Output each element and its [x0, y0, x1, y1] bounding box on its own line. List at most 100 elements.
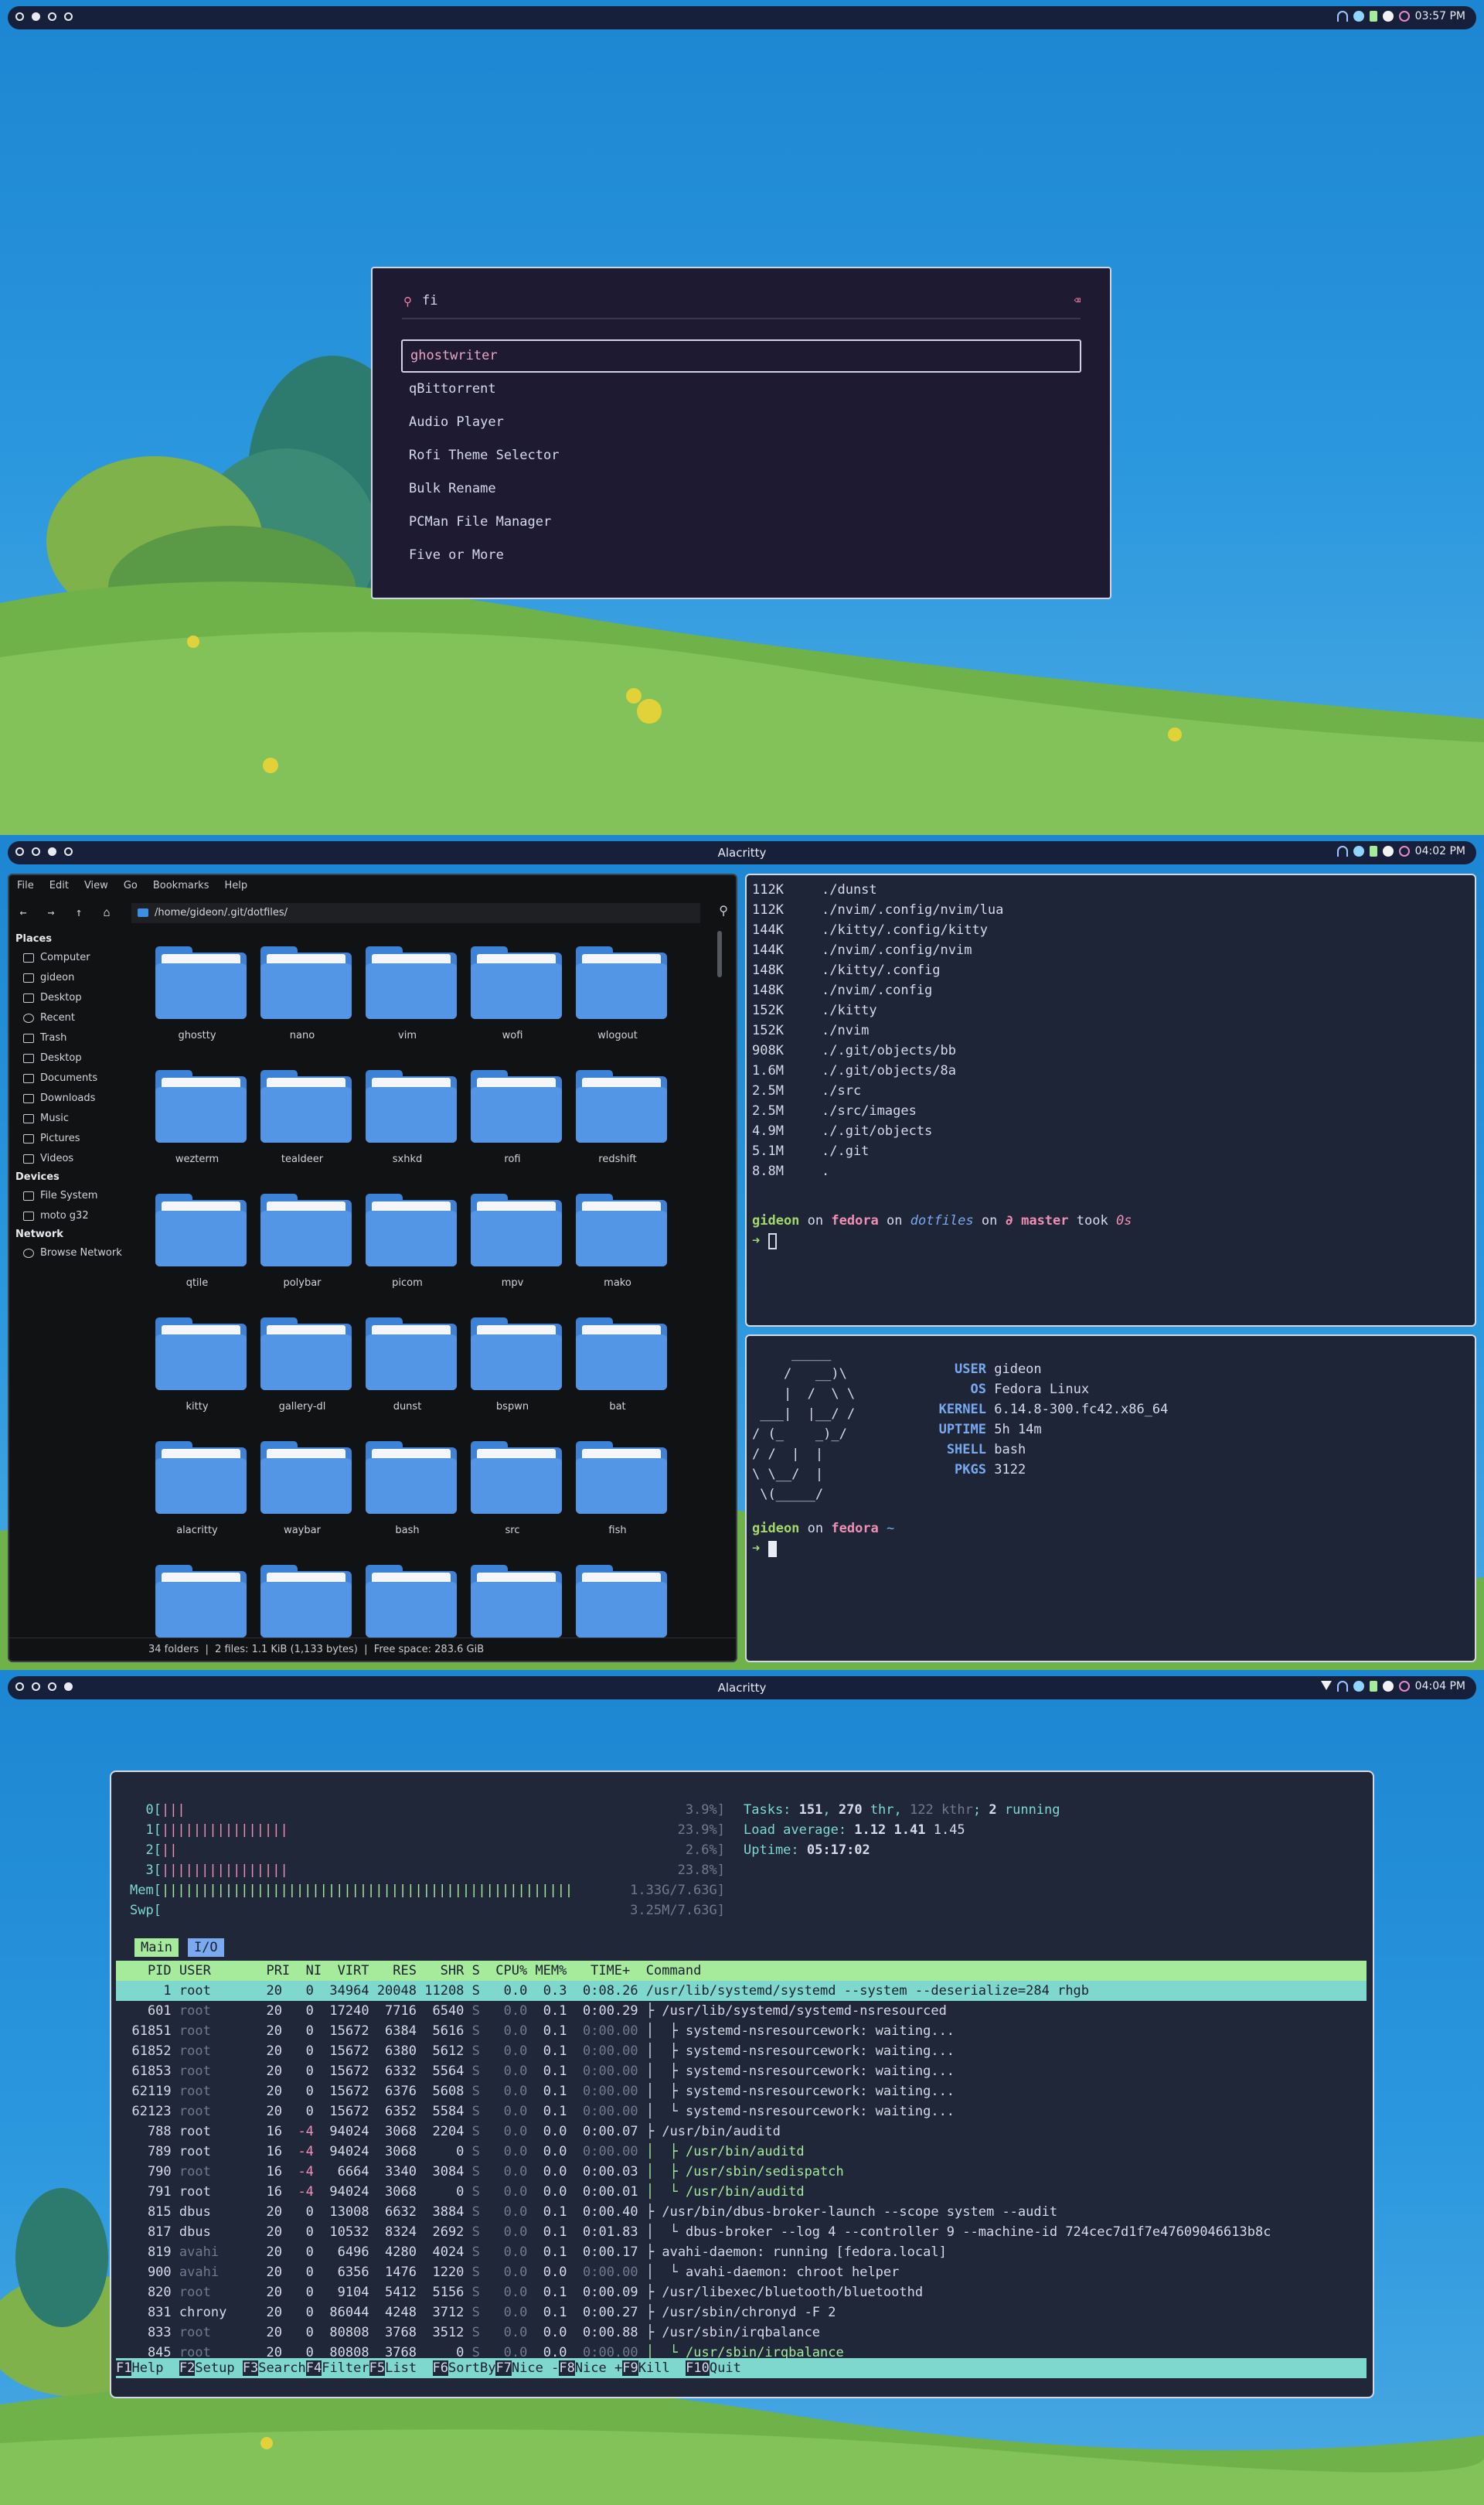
forward-arrow-icon[interactable]: → — [37, 905, 65, 919]
power-icon[interactable] — [1398, 846, 1410, 857]
launcher-item[interactable]: Rofi Theme Selector — [401, 439, 1081, 472]
function-key[interactable]: F1 — [116, 2360, 132, 2376]
terminal-window-fetch[interactable]: _____ / __)\ | / \ \ ___| |__/ / / (_ _)_… — [745, 1334, 1476, 1662]
home-icon[interactable]: ⌂ — [93, 905, 121, 919]
table-row[interactable]: 790 root 16 -4 6664 3340 3084 S 0.0 0.0 … — [116, 2162, 1367, 2182]
launcher-item[interactable]: Bulk Rename — [401, 472, 1081, 506]
function-key-label[interactable]: Filter — [322, 2360, 369, 2376]
table-row[interactable]: 788 root 16 -4 94024 3068 2204 S 0.0 0.0… — [116, 2122, 1367, 2142]
launcher-search[interactable]: ⚲ fi ⌫ — [402, 291, 1081, 319]
menu-file[interactable]: File — [17, 875, 34, 897]
folder-item[interactable] — [250, 1549, 355, 1638]
sidebar-item-desktop[interactable]: Desktop — [9, 988, 141, 1008]
process-table-header[interactable]: PID USER PRI NI VIRT RES SHR S CPU% MEM%… — [116, 1961, 1367, 1981]
folder-item[interactable]: rofi — [460, 1055, 565, 1171]
function-key[interactable]: F9 — [622, 2360, 638, 2376]
sidebar-item-pictures[interactable]: Pictures — [9, 1129, 141, 1149]
menu-go[interactable]: Go — [124, 875, 138, 897]
function-key-label[interactable]: Help — [131, 2360, 179, 2376]
function-key-label[interactable]: Setup — [195, 2360, 242, 2376]
menu-view[interactable]: View — [84, 875, 108, 897]
power-icon[interactable] — [1398, 11, 1410, 22]
table-row[interactable]: 900 avahi 20 0 6356 1476 1220 S 0.0 0.0 … — [116, 2262, 1367, 2282]
folder-item[interactable]: fish — [565, 1426, 670, 1542]
brightness-icon[interactable] — [1382, 846, 1394, 857]
function-key-label[interactable]: Kill — [638, 2360, 686, 2376]
table-row[interactable]: 601 root 20 0 17240 7716 6540 S 0.0 0.1 … — [116, 2001, 1367, 2021]
launcher-item[interactable]: PCMan File Manager — [401, 506, 1081, 539]
table-row[interactable]: 831 chrony 20 0 86044 4248 3712 S 0.0 0.… — [116, 2302, 1367, 2323]
sidebar-item-phone[interactable]: moto g32 — [9, 1206, 141, 1226]
back-arrow-icon[interactable]: ← — [9, 905, 37, 919]
headphones-icon[interactable] — [1336, 11, 1348, 22]
folder-item[interactable]: gallery-dl — [250, 1302, 355, 1418]
function-key[interactable]: F5 — [369, 2360, 386, 2376]
folder-item[interactable]: bat — [565, 1302, 670, 1418]
menu-edit[interactable]: Edit — [49, 875, 69, 897]
function-key[interactable]: F2 — [179, 2360, 196, 2376]
folder-item[interactable]: wezterm — [145, 1055, 250, 1171]
folder-item[interactable]: src — [460, 1426, 565, 1542]
folder-item[interactable] — [460, 1549, 565, 1638]
folder-item[interactable]: redshift — [565, 1055, 670, 1171]
tab-main[interactable]: Main — [134, 1938, 179, 1957]
search-icon[interactable]: ⚲ — [719, 903, 728, 918]
sidebar-item-home[interactable]: gideon — [9, 968, 141, 988]
scrollbar[interactable] — [717, 931, 722, 977]
function-key[interactable]: F3 — [242, 2360, 259, 2376]
function-key-label[interactable]: Nice + — [575, 2360, 622, 2376]
function-key-label[interactable]: List — [385, 2360, 432, 2376]
function-key[interactable]: F6 — [432, 2360, 449, 2376]
function-key[interactable]: F7 — [495, 2360, 512, 2376]
sidebar-item-downloads[interactable]: Downloads — [9, 1089, 141, 1109]
workspace-dot-1[interactable] — [15, 12, 24, 21]
sidebar-item-filesystem[interactable]: File System — [9, 1186, 141, 1206]
table-row[interactable]: 61853 root 20 0 15672 6332 5564 S 0.0 0.… — [116, 2061, 1367, 2081]
folder-item[interactable]: waybar — [250, 1426, 355, 1542]
folder-item[interactable]: bspwn — [460, 1302, 565, 1418]
table-row[interactable]: 815 dbus 20 0 13008 6632 3884 S 0.0 0.1 … — [116, 2202, 1367, 2222]
table-row[interactable]: 820 root 20 0 9104 5412 5156 S 0.0 0.1 0… — [116, 2282, 1367, 2302]
launcher-item[interactable]: Five or More — [401, 539, 1081, 572]
workspace-dot-2[interactable] — [32, 12, 40, 21]
bluetooth-icon[interactable] — [1353, 1681, 1364, 1692]
folder-item[interactable]: tealdeer — [250, 1055, 355, 1171]
sidebar-item-music[interactable]: Music — [9, 1109, 141, 1129]
table-row[interactable]: 62123 root 20 0 15672 6352 5584 S 0.0 0.… — [116, 2101, 1367, 2122]
terminal-window-du[interactable]: 112K ./dunst 112K ./nvim/.config/nvim/lua 14… — [745, 874, 1476, 1327]
table-row[interactable]: 833 root 20 0 80808 3768 3512 S 0.0 0.0 … — [116, 2323, 1367, 2343]
function-key-label[interactable]: Quit — [710, 2360, 757, 2376]
function-key[interactable]: F8 — [559, 2360, 575, 2376]
folder-item[interactable]: qtile — [145, 1178, 250, 1294]
launcher-search-input[interactable]: fi — [422, 293, 437, 308]
clear-icon[interactable]: ⌫ — [1074, 295, 1081, 307]
menu-help[interactable]: Help — [224, 875, 247, 897]
folder-item[interactable]: picom — [355, 1178, 460, 1294]
function-key-label[interactable]: SortBy — [448, 2360, 495, 2376]
bluetooth-icon[interactable] — [1353, 846, 1364, 857]
tab-io[interactable]: I/O — [187, 1938, 224, 1957]
brightness-icon[interactable] — [1382, 11, 1394, 22]
launcher-item[interactable]: ghostwriter — [401, 339, 1081, 373]
menu-bookmarks[interactable]: Bookmarks — [153, 875, 209, 897]
sidebar-item-recent[interactable]: Recent — [9, 1008, 141, 1028]
up-arrow-icon[interactable]: ↑ — [65, 905, 93, 919]
folder-item[interactable]: alacritty — [145, 1426, 250, 1542]
wifi-icon[interactable] — [1320, 1681, 1332, 1692]
folder-item[interactable]: mpv — [460, 1178, 565, 1294]
table-row[interactable]: 61852 root 20 0 15672 6380 5612 S 0.0 0.… — [116, 2041, 1367, 2061]
sidebar-item-desktop-2[interactable]: Desktop — [9, 1048, 141, 1068]
function-key-label[interactable]: Nice - — [512, 2360, 559, 2376]
folder-item[interactable]: mako — [565, 1178, 670, 1294]
launcher-item[interactable]: Audio Player — [401, 406, 1081, 439]
headphones-icon[interactable] — [1336, 1681, 1348, 1692]
function-key[interactable]: F10 — [686, 2360, 710, 2376]
folder-item[interactable]: vim — [355, 931, 460, 1047]
sidebar-item-documents[interactable]: Documents — [9, 1068, 141, 1089]
location-bar[interactable]: /home/gideon/.git/dotfiles/ — [131, 903, 700, 923]
htop-window[interactable]: 0[||| 3.9%] 1[|||||||||||||||| 23.9%] 2[||… — [110, 1771, 1374, 2398]
folder-item[interactable]: nano — [250, 931, 355, 1047]
folder-item[interactable] — [355, 1549, 460, 1638]
bluetooth-icon[interactable] — [1353, 11, 1364, 22]
workspace-dot-4[interactable] — [64, 12, 73, 21]
